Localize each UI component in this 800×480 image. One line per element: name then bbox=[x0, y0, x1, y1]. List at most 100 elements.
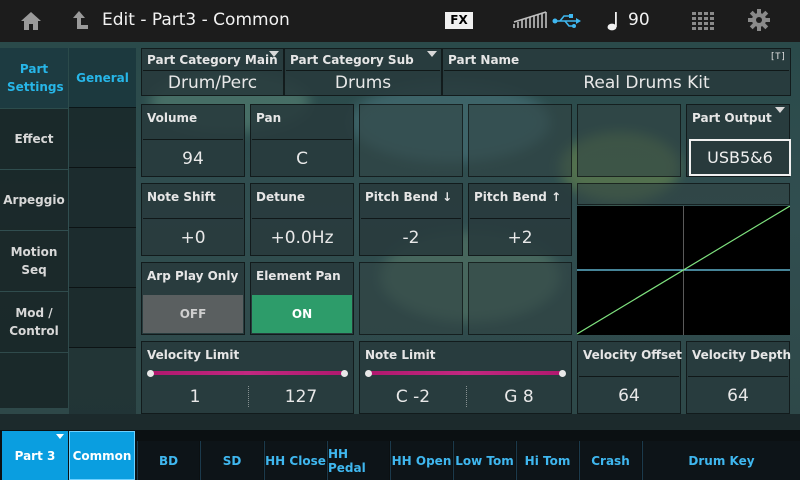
note-limit-range-bar[interactable] bbox=[368, 371, 563, 375]
note-limit-high-handle[interactable] bbox=[559, 370, 566, 377]
usb-icon bbox=[552, 14, 581, 28]
velocity-depth-cell[interactable]: Velocity Depth 64 bbox=[686, 341, 792, 414]
note-shift-value: +0 bbox=[180, 228, 206, 248]
home-icon bbox=[21, 12, 41, 30]
up-button[interactable] bbox=[64, 6, 94, 36]
pan-label: Pan bbox=[256, 111, 282, 125]
empty-cell bbox=[577, 183, 790, 205]
velocity-limit-label: Velocity Limit bbox=[147, 348, 240, 362]
empty-cell bbox=[359, 262, 463, 335]
nav-empty-slot bbox=[69, 288, 136, 348]
nav-general-label: General bbox=[76, 70, 129, 85]
velocity-limit-low-handle[interactable] bbox=[147, 370, 154, 377]
note-shift-label: Note Shift bbox=[147, 190, 216, 204]
nav-arpeggio-label: Arpeggio bbox=[3, 193, 65, 207]
detune-label: Detune bbox=[256, 190, 306, 204]
empty-cell bbox=[359, 104, 463, 177]
velocity-limit-cell[interactable]: Velocity Limit 1 127 bbox=[141, 341, 354, 414]
part-name[interactable]: [T] Part Name Real Drums Kit bbox=[442, 48, 791, 96]
velocity-limit-range-bar[interactable] bbox=[150, 371, 345, 375]
element-tab-hh-pedal[interactable]: HH Pedal bbox=[327, 441, 389, 480]
detune-value: +0.0Hz bbox=[270, 228, 334, 248]
divider bbox=[143, 70, 282, 71]
nav-empty-slot bbox=[69, 108, 136, 168]
keypad-grid-icon[interactable] bbox=[692, 12, 714, 30]
divider bbox=[444, 70, 789, 71]
part-output-label: Part Output bbox=[692, 111, 772, 125]
divider bbox=[143, 139, 243, 140]
part-select-button[interactable]: Part 3 bbox=[2, 431, 68, 480]
nav-empty-slot bbox=[69, 168, 136, 228]
nav-motion-seq[interactable]: Motion Seq bbox=[0, 231, 68, 291]
divider bbox=[252, 218, 352, 219]
empty-cell bbox=[577, 104, 681, 177]
element-tab-crash[interactable]: Crash bbox=[579, 441, 641, 480]
home-button[interactable] bbox=[10, 6, 52, 36]
common-tab[interactable]: Common bbox=[69, 431, 135, 480]
note-shift-cell[interactable]: Note Shift +0 bbox=[141, 183, 245, 256]
nav-arpeggio[interactable]: Arpeggio bbox=[0, 170, 68, 230]
velocity-curve-svg bbox=[576, 205, 791, 335]
velocity-limit-low-value: 1 bbox=[189, 387, 201, 407]
element-tab-hh-open[interactable]: HH Open bbox=[390, 441, 452, 480]
title-bar: Edit - Part3 - Common FX 90 bbox=[0, 0, 800, 42]
pitch-bend-up-cell[interactable]: Pitch Bend ↑ +2 bbox=[468, 183, 572, 256]
note-limit-low-value: C -2 bbox=[395, 387, 431, 407]
divider bbox=[688, 376, 788, 377]
nav-mod-control[interactable]: Mod / Control bbox=[0, 292, 68, 352]
nav-general[interactable]: General bbox=[69, 48, 136, 108]
element-tab-hi-tom[interactable]: Hi Tom bbox=[516, 441, 578, 480]
part-category-sub-label: Part Category Sub bbox=[290, 53, 414, 67]
element-tab-bd[interactable]: BD bbox=[137, 441, 199, 480]
volume-cell[interactable]: Volume 94 bbox=[141, 104, 245, 177]
nav-part-settings-label: Part Settings bbox=[7, 62, 64, 94]
nav-mod-control-label: Mod / Control bbox=[9, 306, 59, 338]
divider bbox=[143, 218, 243, 219]
note-limit-cell[interactable]: Note Limit C -2 G 8 bbox=[359, 341, 572, 414]
pan-cell[interactable]: Pan C bbox=[250, 104, 354, 177]
nav-effect[interactable]: Effect bbox=[0, 109, 68, 169]
secondary-nav: General bbox=[69, 48, 136, 414]
tempo-display[interactable]: 90 bbox=[628, 10, 650, 30]
velocity-offset-cell[interactable]: Velocity Offset 64 bbox=[577, 341, 682, 414]
part-name-label: Part Name bbox=[448, 53, 520, 67]
note-limit-low-handle[interactable] bbox=[365, 370, 372, 377]
divider bbox=[579, 376, 679, 377]
pan-value: C bbox=[296, 149, 308, 169]
element-tab-sd[interactable]: SD bbox=[200, 441, 263, 480]
velocity-depth-label: Velocity Depth bbox=[692, 348, 792, 362]
fx-indicator: FX bbox=[445, 12, 473, 29]
part-category-sub[interactable]: Part Category Sub Drums bbox=[284, 48, 442, 96]
bottom-strip bbox=[0, 414, 800, 430]
volume-label: Volume bbox=[147, 111, 198, 125]
nav-empty-slot bbox=[69, 228, 136, 288]
element-tab-low-tom[interactable]: Low Tom bbox=[453, 441, 515, 480]
arp-play-only-cell: Arp Play Only OFF bbox=[141, 262, 245, 335]
empty-cell bbox=[468, 104, 572, 177]
divider bbox=[361, 218, 461, 219]
part-category-sub-value: Drums bbox=[334, 73, 392, 93]
element-pan-label: Element Pan bbox=[256, 269, 341, 283]
element-tab-drum-key[interactable]: Drum Key bbox=[642, 441, 800, 480]
velocity-limit-high-handle[interactable] bbox=[341, 370, 348, 377]
element-pan-toggle[interactable]: ON bbox=[252, 295, 352, 333]
part-category-main-value: Drum/Perc bbox=[167, 73, 258, 93]
part-output-cell[interactable]: Part Output USB5&6 bbox=[686, 104, 791, 177]
pitch-bend-down-label: Pitch Bend ↓ bbox=[365, 190, 453, 204]
gear-icon[interactable] bbox=[748, 9, 770, 31]
part-output-selector[interactable]: USB5&6 bbox=[689, 139, 791, 176]
part-category-main-label: Part Category Main bbox=[147, 53, 278, 67]
arp-play-only-toggle[interactable]: OFF bbox=[143, 295, 243, 333]
note-limit-high-value: G 8 bbox=[504, 387, 534, 407]
velocity-offset-value: 64 bbox=[618, 386, 640, 406]
part-category-main[interactable]: Part Category Main Drum/Perc bbox=[141, 48, 284, 96]
nav-part-settings[interactable]: Part Settings bbox=[0, 48, 68, 108]
element-tab-hh-close[interactable]: HH Close bbox=[264, 441, 326, 480]
divider bbox=[252, 139, 352, 140]
pitch-bend-down-cell[interactable]: Pitch Bend ↓ -2 bbox=[359, 183, 463, 256]
quarter-note-icon bbox=[607, 12, 617, 31]
dropdown-triangle-icon bbox=[56, 434, 64, 439]
divider bbox=[286, 70, 440, 71]
detune-cell[interactable]: Detune +0.0Hz bbox=[250, 183, 354, 256]
velocity-limit-high-value: 127 bbox=[284, 387, 318, 407]
